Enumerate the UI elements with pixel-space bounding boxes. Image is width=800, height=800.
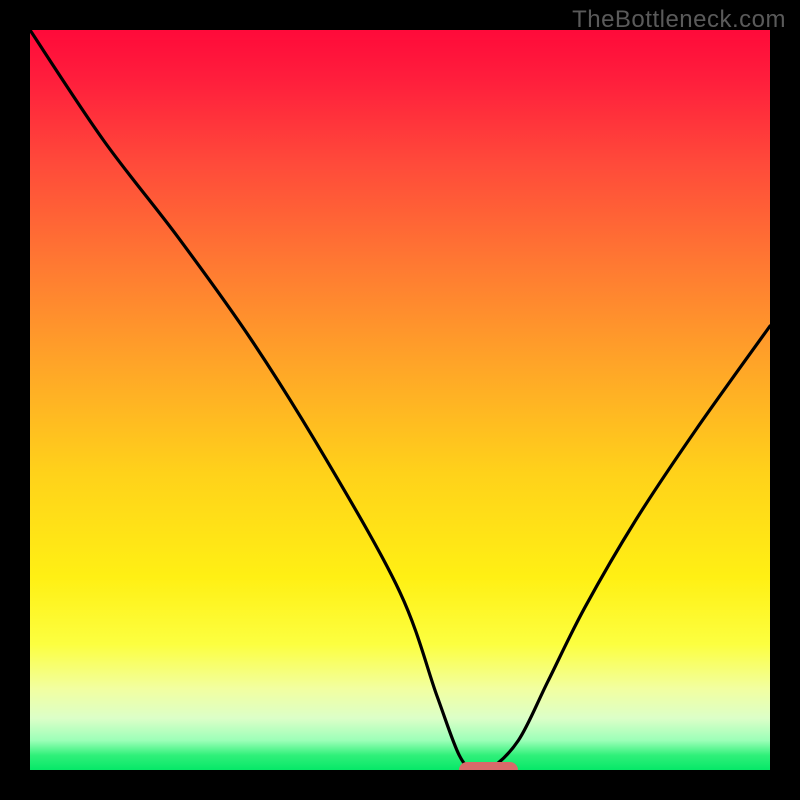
watermark-text: TheBottleneck.com (572, 6, 786, 34)
chart-frame: TheBottleneck.com (0, 0, 800, 800)
bottleneck-curve-path (30, 30, 770, 770)
plot-area (30, 30, 770, 770)
optimal-range-marker (459, 762, 518, 770)
bottleneck-curve-svg (30, 30, 770, 770)
